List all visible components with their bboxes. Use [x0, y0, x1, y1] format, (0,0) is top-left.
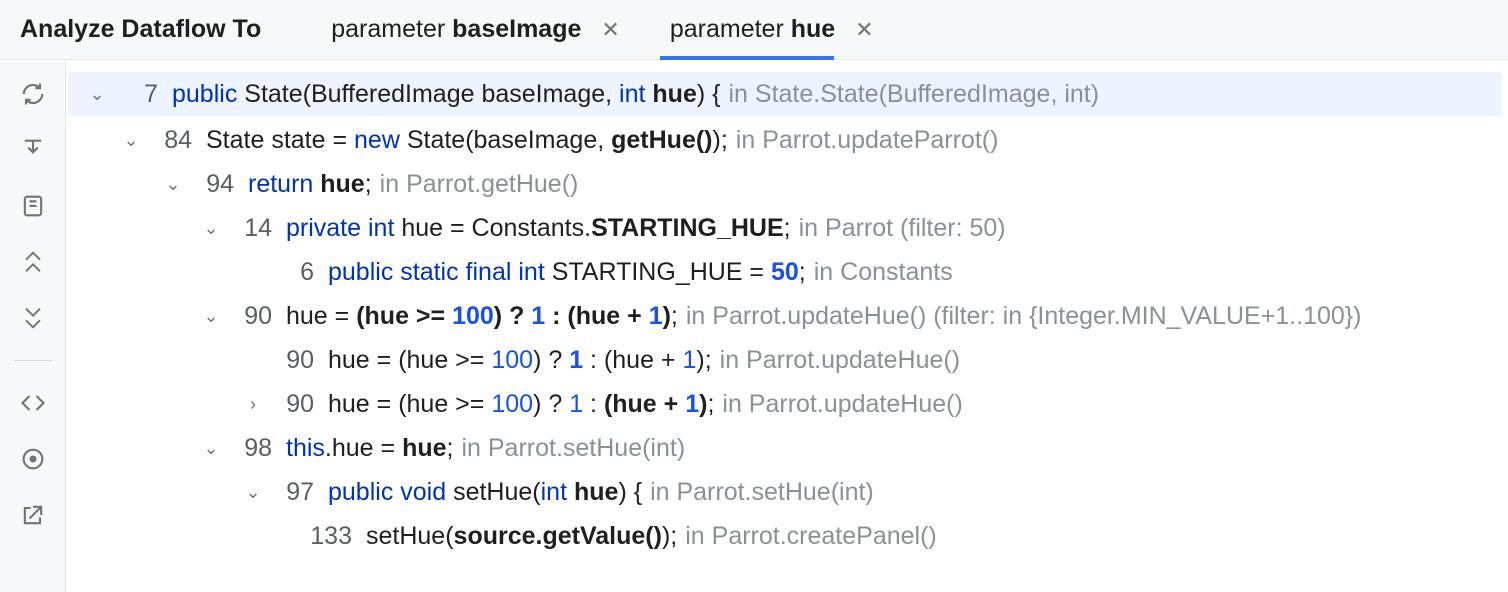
tool-sidebar: [0, 60, 66, 592]
context-label: in Parrot.setHue(int): [650, 478, 874, 507]
code-snippet: public void setHue(int hue) {: [328, 478, 642, 507]
code-snippet: public static final int STARTING_HUE = 5…: [328, 258, 806, 287]
toolwindow-title: Analyze Dataflow To: [20, 15, 261, 44]
tree-row[interactable]: ⌄94 return hue; in Parrot.getHue(): [66, 162, 1508, 206]
line-number: 133: [306, 522, 352, 551]
chevron-down-icon[interactable]: ⌄: [200, 438, 222, 459]
chevron-down-icon[interactable]: ⌄: [162, 174, 184, 195]
code-snippet: this.hue = hue;: [286, 434, 453, 463]
context-label: in Parrot.createPanel(): [685, 522, 937, 551]
code-snippet: hue = (hue >= 100) ? 1 : (hue + 1);: [328, 346, 712, 375]
context-label: in State.State(BufferedImage, int): [728, 80, 1099, 109]
chevron-down-icon[interactable]: ⌄: [120, 130, 142, 151]
context-label: in Parrot.setHue(int): [461, 434, 685, 463]
tree-row[interactable]: ⌄90 hue = (hue >= 100) ? 1 : (hue + 1); in…: [66, 294, 1508, 338]
line-number: 98: [226, 434, 272, 463]
context-label: in Parrot.updateParrot(): [736, 126, 999, 155]
code-snippet: setHue(source.getValue());: [366, 522, 677, 551]
tree-row[interactable]: ⌄133setHue(source.getValue());in Parrot.…: [66, 514, 1508, 558]
external-link-icon[interactable]: [13, 499, 53, 531]
code-snippet: return hue;: [248, 170, 372, 199]
chevron-down-icon[interactable]: ⌄: [200, 218, 222, 239]
import-down-icon[interactable]: [13, 134, 53, 166]
context-label: in Parrot.updateHue(): [720, 346, 960, 375]
context-label: in Parrot.updateHue(): [722, 390, 962, 419]
context-label: in Constants: [814, 258, 953, 287]
tree-row[interactable]: ›90 hue = (hue >= 100) ? 1 : (hue + 1); in…: [66, 382, 1508, 426]
code-snippet: private int hue = Constants.STARTING_HUE…: [286, 214, 791, 243]
line-number: 6: [268, 258, 314, 287]
toolwindow-header: Analyze Dataflow To parameter baseImage …: [0, 0, 1508, 60]
tab-hue[interactable]: parameter hue ✕: [660, 0, 884, 59]
line-number: 90: [268, 390, 314, 419]
tab-label: parameter hue: [670, 15, 835, 44]
dataflow-tree[interactable]: ⌄7public State(BufferedImage baseImage, …: [66, 60, 1508, 592]
tab-label: parameter baseImage: [331, 15, 581, 44]
line-number: 84: [146, 126, 192, 155]
chevron-down-icon[interactable]: ⌄: [200, 306, 222, 327]
code-snippet: hue = (hue >= 100) ? 1 : (hue + 1);: [328, 390, 714, 419]
chevron-right-icon[interactable]: ›: [242, 394, 264, 415]
tree-row[interactable]: ⌄7 public State(BufferedImage baseImage, …: [68, 72, 1502, 116]
code-snippet: hue = (hue >= 100) ? 1 : (hue + 1);: [286, 302, 678, 331]
line-number: 97: [268, 478, 314, 507]
line-number: 90: [226, 302, 272, 331]
tree-row[interactable]: ⌄6public static final int STARTING_HUE =…: [66, 250, 1508, 294]
context-label: in Parrot.updateHue() (filter: in {Integ…: [686, 302, 1362, 331]
context-label: in Parrot (filter: 50): [799, 214, 1006, 243]
tree-row[interactable]: ⌄84 State state = new State(baseImage, ge…: [66, 118, 1508, 162]
chevron-up-icon[interactable]: [13, 246, 53, 278]
tree-row[interactable]: ⌄14 private int hue = Constants.STARTING_…: [66, 206, 1508, 250]
code-snippet: public State(BufferedImage baseImage, in…: [172, 80, 720, 109]
line-number: 90: [268, 346, 314, 375]
chevron-down-icon[interactable]: ⌄: [86, 84, 108, 105]
line-number: 14: [226, 214, 272, 243]
close-icon[interactable]: ✕: [601, 19, 619, 41]
context-label: in Parrot.getHue(): [380, 170, 579, 199]
code-snippet: State state = new State(baseImage, getHu…: [206, 126, 728, 155]
tab-baseimage[interactable]: parameter baseImage ✕: [321, 0, 630, 59]
close-icon[interactable]: ✕: [855, 19, 873, 41]
chevron-down-icon[interactable]: [13, 302, 53, 334]
line-number: 7: [112, 80, 158, 109]
book-icon[interactable]: [13, 190, 53, 222]
chevron-down-icon[interactable]: ⌄: [242, 482, 264, 503]
code-angle-icon[interactable]: [13, 387, 53, 419]
refresh-icon[interactable]: [13, 78, 53, 110]
tree-row[interactable]: ⌄98 this.hue = hue; in Parrot.setHue(int): [66, 426, 1508, 470]
tree-row[interactable]: ⌄97 public void setHue(int hue) { in Parro…: [66, 470, 1508, 514]
radar-icon[interactable]: [13, 443, 53, 475]
tree-row[interactable]: ⌄90hue = (hue >= 100) ? 1 : (hue + 1);in…: [66, 338, 1508, 382]
line-number: 94: [188, 170, 234, 199]
separator: [14, 360, 52, 361]
